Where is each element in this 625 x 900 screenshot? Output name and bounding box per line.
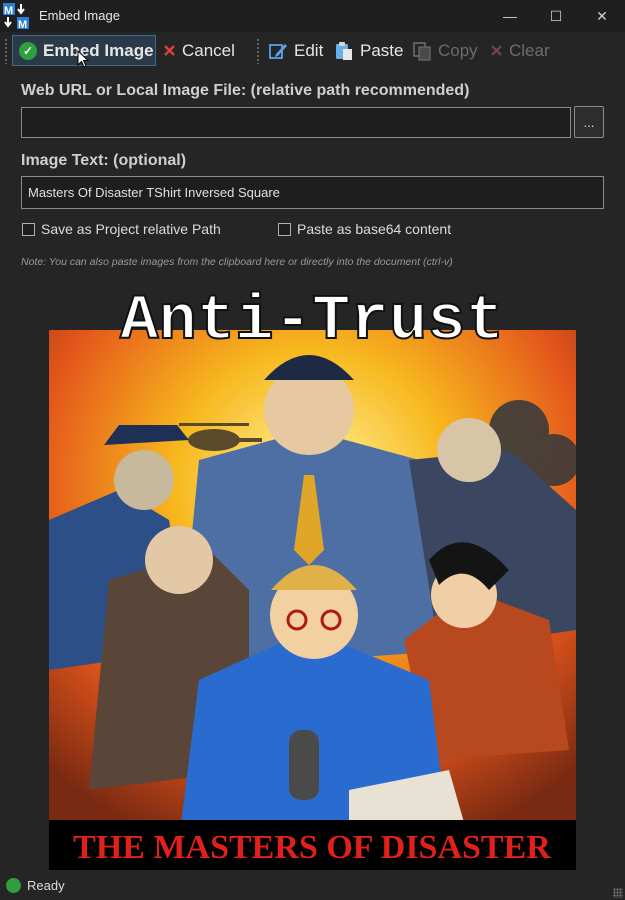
cancel-x-icon xyxy=(164,45,175,56)
title-bar: M M Embed Image — ☐ ✕ xyxy=(0,0,625,32)
checkbox-box[interactable] xyxy=(278,222,291,236)
app-logo-icon: M M xyxy=(2,2,30,30)
maximize-icon: ☐ xyxy=(549,7,563,24)
clear-label: Clear xyxy=(509,40,550,60)
status-ok-icon xyxy=(6,878,21,893)
toolbar-grip-icon[interactable] xyxy=(4,38,8,64)
window-title: Embed Image xyxy=(39,8,120,23)
status-bar: Ready xyxy=(0,872,625,900)
paste-label: Paste xyxy=(360,40,404,60)
copy-icon xyxy=(413,41,431,61)
edit-button[interactable]: Edit xyxy=(268,35,323,66)
cancel-button[interactable]: Cancel xyxy=(163,35,235,66)
mouse-cursor-icon xyxy=(77,50,89,68)
clear-button[interactable]: Clear xyxy=(490,35,550,66)
image-preview: Anti-Trust THE MASTERS OF DISASTER xyxy=(49,290,576,870)
paste-base64-checkbox[interactable]: Paste as base64 content xyxy=(278,221,451,237)
image-text-label: Image Text: (optional) xyxy=(21,152,187,169)
preview-headline: Anti-Trust xyxy=(120,290,504,358)
save-relative-path-label: Save as Project relative Path xyxy=(41,221,221,237)
clear-x-icon xyxy=(491,45,502,56)
paste-button[interactable]: Paste xyxy=(334,35,403,66)
paste-base64-label: Paste as base64 content xyxy=(297,221,452,237)
save-relative-path-checkbox[interactable]: Save as Project relative Path xyxy=(22,221,221,237)
clipboard-note: Note: You can also paste images from the… xyxy=(21,256,453,268)
maximize-button[interactable]: ☐ xyxy=(533,0,579,32)
url-field-label: Web URL or Local Image File: (relative p… xyxy=(21,82,470,99)
svg-text:M: M xyxy=(4,5,13,17)
minimize-icon: — xyxy=(503,8,517,24)
copy-button[interactable]: Copy xyxy=(412,35,478,66)
embed-image-label: Embed Image xyxy=(43,40,154,60)
copy-label: Copy xyxy=(438,40,478,60)
checkbox-box[interactable] xyxy=(22,222,35,236)
preview-footer: THE MASTERS OF DISASTER xyxy=(73,829,551,866)
svg-text:M: M xyxy=(18,19,27,30)
close-button[interactable]: ✕ xyxy=(579,0,625,32)
toolbar: ✓ Embed Image Cancel Edit Paste Copy Cle… xyxy=(0,32,625,70)
checkmark-icon: ✓ xyxy=(19,41,37,60)
edit-pencil-icon xyxy=(269,43,287,59)
close-icon: ✕ xyxy=(596,7,608,24)
status-text: Ready xyxy=(27,878,65,893)
url-input[interactable] xyxy=(21,107,571,138)
image-text-input[interactable]: Masters Of Disaster TShirt Inversed Squa… xyxy=(21,176,604,209)
browse-file-button[interactable]: ... xyxy=(574,106,604,138)
toolbar-separator-grip-icon[interactable] xyxy=(256,38,260,64)
resize-grip-icon[interactable] xyxy=(613,888,623,898)
cancel-label: Cancel xyxy=(182,40,235,60)
minimize-button[interactable]: — xyxy=(487,0,533,32)
edit-label: Edit xyxy=(294,40,324,60)
paste-clipboard-icon xyxy=(336,41,352,60)
